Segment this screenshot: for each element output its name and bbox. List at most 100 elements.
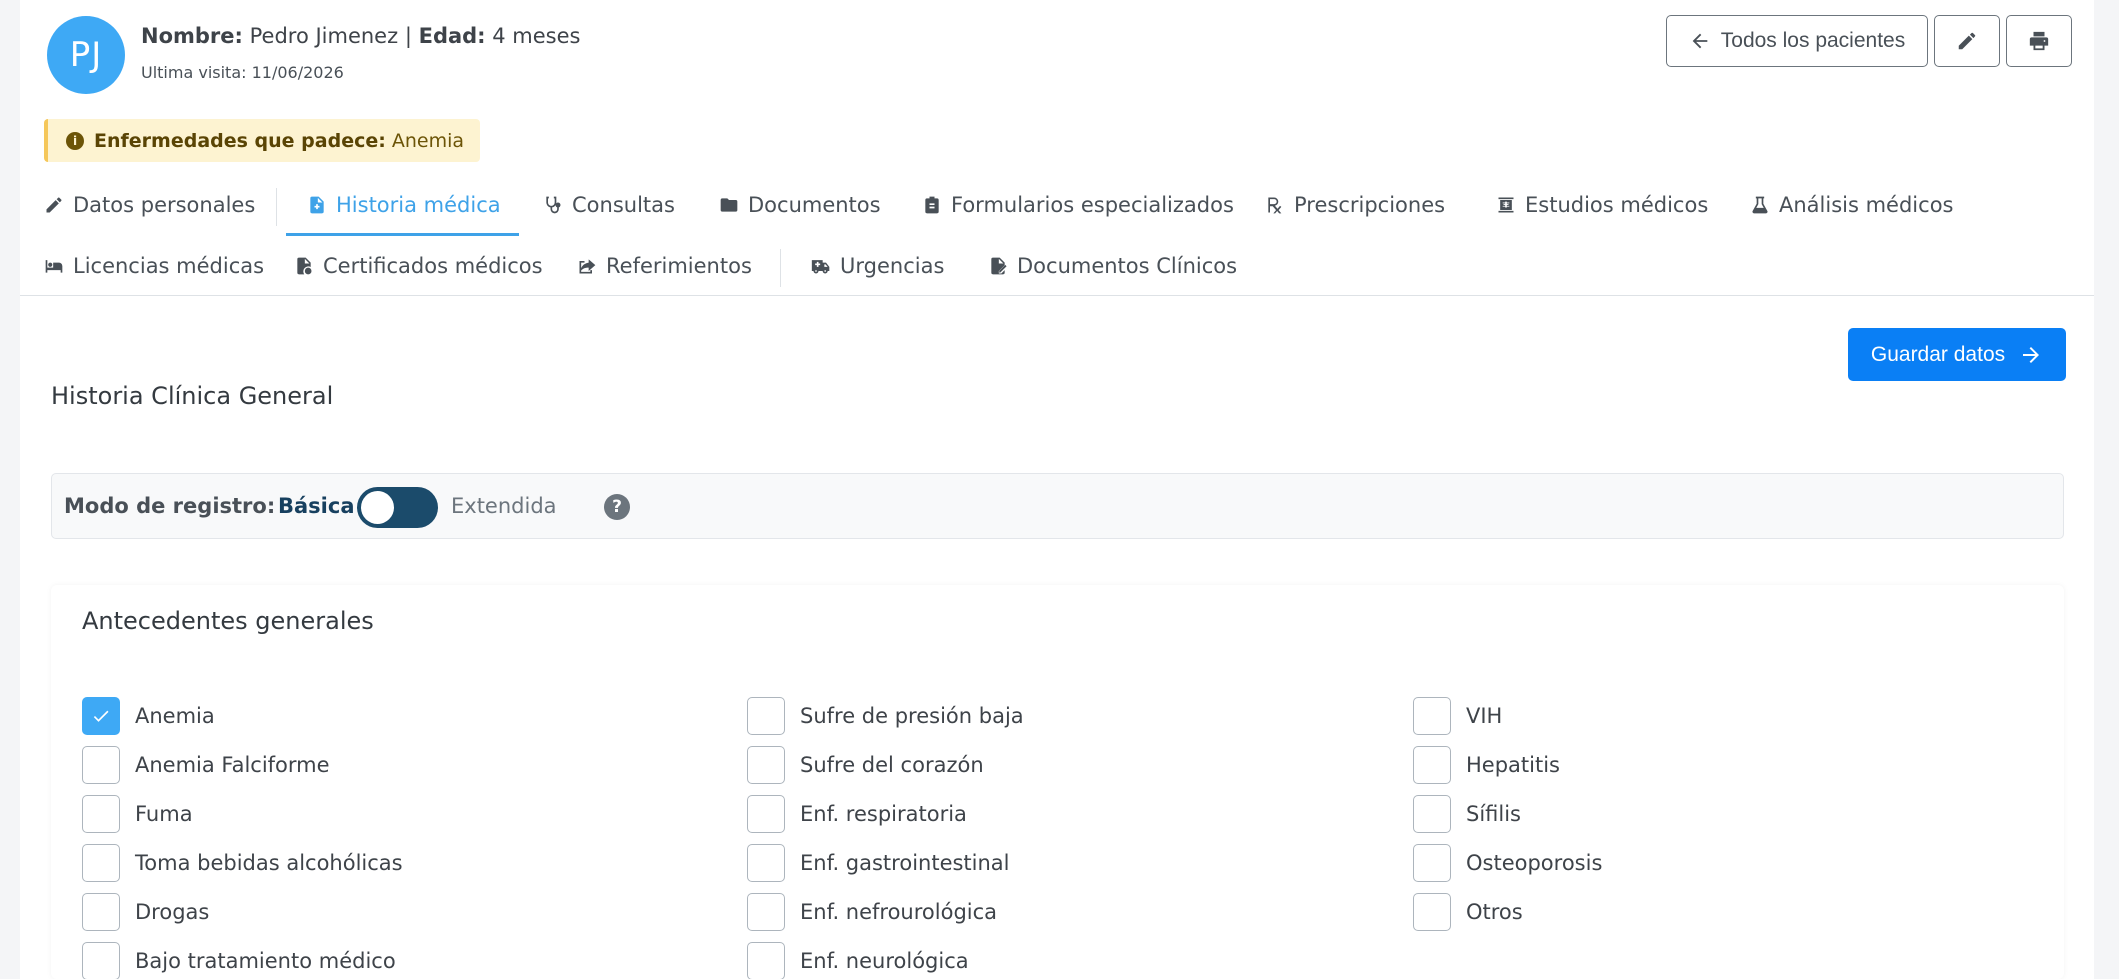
- checkbox[interactable]: [747, 893, 785, 931]
- mode-basic-label: Básica: [278, 494, 355, 518]
- checkbox[interactable]: [1413, 746, 1451, 784]
- tab-historia-medica[interactable]: Historia médica: [307, 190, 501, 220]
- checkbox-label: Enf. neurológica: [800, 949, 969, 973]
- checkbox[interactable]: [747, 746, 785, 784]
- patient-age: 4 meses: [492, 24, 581, 48]
- tab-referimientos[interactable]: Referimientos: [577, 251, 752, 281]
- checkbox[interactable]: [747, 697, 785, 735]
- checkbox-item: Otros: [1413, 893, 1523, 931]
- tab-documentos[interactable]: Documentos: [719, 190, 881, 220]
- tab-label: Estudios médicos: [1525, 193, 1709, 217]
- checkbox-label: Sífilis: [1466, 802, 1522, 826]
- tab-urgencias[interactable]: Urgencias: [811, 251, 944, 281]
- mode-extended-label: Extendida: [451, 494, 557, 518]
- checkbox[interactable]: [82, 795, 120, 833]
- tab-label: Formularios especializados: [951, 193, 1234, 217]
- check-icon: [93, 710, 109, 722]
- tab-documentos-clinicos[interactable]: Documentos Clínicos: [988, 251, 1237, 281]
- bed-icon: [45, 260, 63, 273]
- checkbox[interactable]: [82, 844, 120, 882]
- tab-label: Consultas: [572, 193, 675, 217]
- flask-icon: [1752, 196, 1768, 214]
- help-icon[interactable]: ?: [604, 494, 630, 520]
- age-label: Edad:: [418, 24, 486, 48]
- print-button[interactable]: [2006, 15, 2072, 67]
- tab-licencias[interactable]: Licencias médicas: [44, 251, 264, 281]
- save-label: Guardar datos: [1870, 342, 2006, 366]
- checkbox[interactable]: [1413, 697, 1451, 735]
- last-visit: Ultima visita: 11/06/2026: [141, 63, 344, 82]
- checkbox-label: Otros: [1466, 900, 1523, 924]
- checkbox-label: Anemia: [135, 704, 215, 728]
- alert-label: Enfermedades que padece:: [94, 129, 386, 152]
- name-label: Nombre:: [141, 24, 243, 48]
- tab-label: Certificados médicos: [323, 254, 543, 278]
- checkbox[interactable]: [747, 795, 785, 833]
- tab-label: Documentos Clínicos: [1017, 254, 1238, 278]
- checkbox[interactable]: [82, 746, 120, 784]
- tab-label: Documentos: [748, 193, 881, 217]
- checkbox-item: Toma bebidas alcohólicas: [82, 844, 403, 882]
- tab-certificados[interactable]: Certificados médicos: [294, 251, 543, 281]
- checkbox-label: Anemia Falciforme: [135, 753, 330, 777]
- edit-button[interactable]: [1934, 15, 2000, 67]
- tab-label: Historia médica: [336, 193, 501, 217]
- checkbox-label: Toma bebidas alcohólicas: [135, 851, 403, 875]
- mode-label: Modo de registro:: [64, 494, 276, 518]
- avatar-initials: PJ: [69, 35, 103, 75]
- prescription-icon: [1268, 197, 1282, 214]
- all-patients-button[interactable]: Todos los pacientes: [1666, 15, 1928, 67]
- tab-prescripciones[interactable]: Prescripciones: [1265, 190, 1445, 220]
- checkbox-item: Sífilis: [1413, 795, 1521, 833]
- tab-estudios[interactable]: Estudios médicos: [1496, 190, 1708, 220]
- checkbox-label: Enf. respiratoria: [800, 802, 967, 826]
- alert-value: Anemia: [391, 129, 465, 152]
- checkbox-item: Enf. neurológica: [747, 942, 969, 979]
- tabs-divider: [20, 295, 2094, 296]
- tab-analisis[interactable]: Análisis médicos: [1750, 190, 1953, 220]
- checkbox[interactable]: [82, 893, 120, 931]
- checkbox-item: Anemia Falciforme: [82, 746, 330, 784]
- checkbox[interactable]: [747, 844, 785, 882]
- checkbox-item: Bajo tratamiento médico: [82, 942, 396, 979]
- checkbox-label: Sufre de presión baja: [800, 704, 1024, 728]
- x-ray-icon: [1498, 197, 1514, 213]
- tab-label: Datos personales: [73, 193, 256, 217]
- registration-mode-bar: Modo de registro: Básica Extendida ?: [51, 473, 2064, 539]
- avatar: PJ: [47, 16, 125, 94]
- file-signature-icon: [991, 257, 1007, 275]
- tab-label: Referimientos: [606, 254, 752, 278]
- tab-consultas[interactable]: Consultas: [543, 190, 675, 220]
- pencil-icon: [1958, 32, 1976, 50]
- checkbox-label: Bajo tratamiento médico: [135, 949, 396, 973]
- stethoscope-icon: [546, 196, 561, 214]
- checkbox-label: Drogas: [135, 900, 210, 924]
- checkbox-item: Sufre del corazón: [747, 746, 984, 784]
- checkbox-label: Enf. gastrointestinal: [800, 851, 1010, 875]
- ambulance-icon: [811, 260, 830, 274]
- checkbox[interactable]: [1413, 893, 1451, 931]
- checkbox[interactable]: [747, 942, 785, 979]
- tab-divider: [780, 249, 781, 287]
- folder-icon: [720, 198, 738, 212]
- tab-datos-personales[interactable]: Datos personales: [44, 190, 255, 220]
- tab-formularios[interactable]: Formularios especializados: [922, 190, 1234, 220]
- checkbox[interactable]: [1413, 795, 1451, 833]
- antecedentes-card: Antecedentes generales Anemia Anemia Falc…: [51, 585, 2064, 979]
- patient-name: Pedro Jimenez: [249, 24, 399, 48]
- checkbox-label: Sufre del corazón: [800, 753, 984, 777]
- checkbox-item: Fuma: [82, 795, 193, 833]
- pencil-icon: [46, 197, 62, 213]
- checkbox-item: Enf. nefrourológica: [747, 893, 997, 931]
- save-data-button[interactable]: Guardar datos: [1848, 328, 2066, 381]
- mode-toggle[interactable]: [357, 487, 438, 528]
- checkbox[interactable]: [82, 942, 120, 979]
- info-circle-icon: i: [66, 131, 84, 150]
- checkbox-label: Hepatitis: [1466, 753, 1560, 777]
- checkbox-label: Osteoporosis: [1466, 851, 1603, 875]
- tab-label: Análisis médicos: [1779, 193, 1954, 217]
- clipboard-icon: [925, 196, 939, 214]
- checkbox[interactable]: [82, 697, 120, 735]
- checkbox[interactable]: [1413, 844, 1451, 882]
- tab-label: Prescripciones: [1294, 193, 1446, 217]
